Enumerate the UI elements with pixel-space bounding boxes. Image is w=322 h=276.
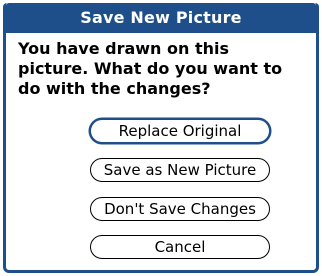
message-line: do with the changes? <box>18 79 211 98</box>
save-as-new-picture-button[interactable]: Save as New Picture <box>90 158 270 182</box>
cancel-button[interactable]: Cancel <box>90 235 270 259</box>
message-line: picture. What do you want to <box>18 59 283 78</box>
message-line: You have drawn on this <box>18 39 229 58</box>
dont-save-changes-button[interactable]: Don't Save Changes <box>90 197 270 221</box>
save-picture-dialog: Save New Picture You have drawn on this … <box>3 3 319 273</box>
dialog-message: You have drawn on this picture. What do … <box>18 39 310 99</box>
replace-original-button[interactable]: Replace Original <box>90 119 270 143</box>
dialog-title: Save New Picture <box>6 3 316 33</box>
